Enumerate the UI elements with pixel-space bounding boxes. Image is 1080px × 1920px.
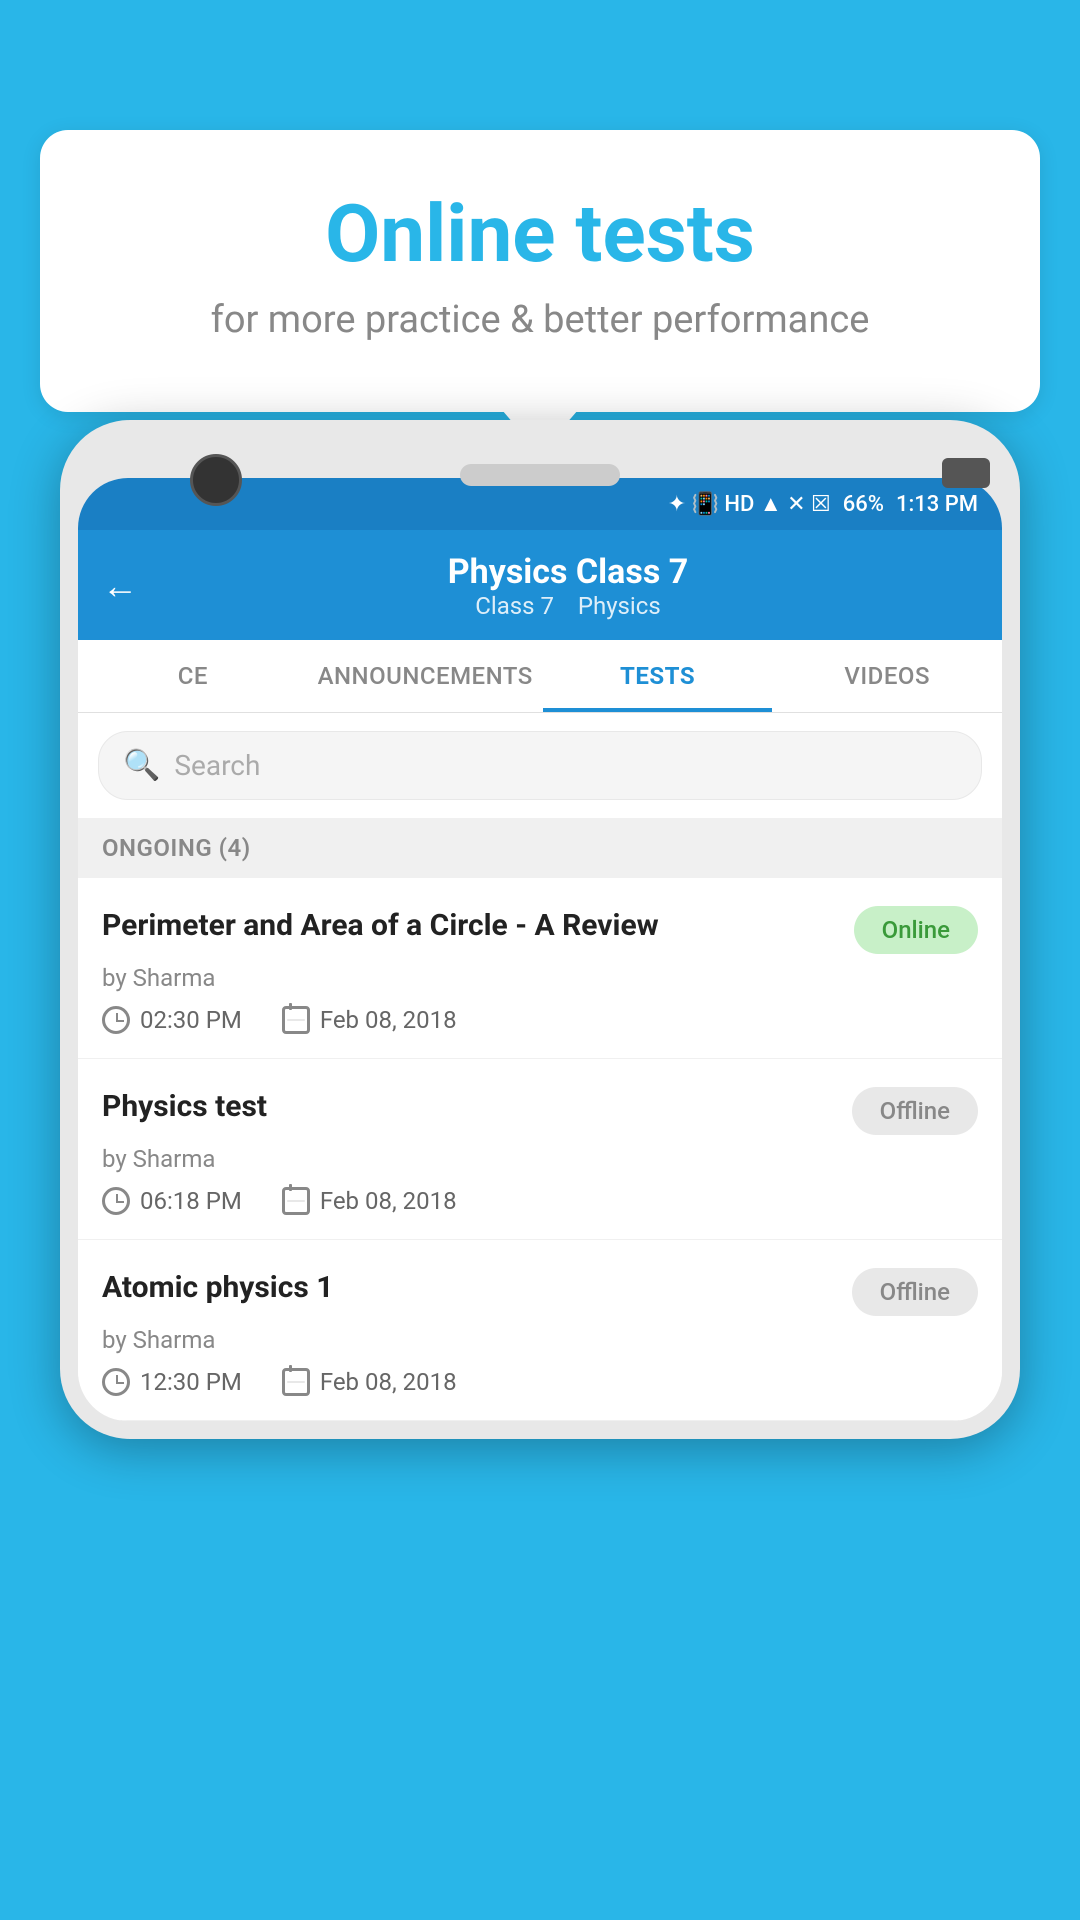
calendar-icon xyxy=(282,1006,310,1034)
test-meta: 12:30 PM Feb 08, 2018 xyxy=(102,1368,978,1396)
status-badge: Offline xyxy=(852,1087,978,1135)
header-title-group: Physics Class 7 Class 7 Physics xyxy=(158,552,978,620)
test-meta: 02:30 PM Feb 08, 2018 xyxy=(102,1006,978,1034)
test-item[interactable]: Atomic physics 1 Offline by Sharma 12:30… xyxy=(78,1240,1002,1421)
status-badge: Online xyxy=(854,906,978,954)
search-placeholder: Search xyxy=(174,749,260,782)
calendar-icon xyxy=(282,1368,310,1396)
test-date: Feb 08, 2018 xyxy=(282,1187,457,1215)
clock-icon xyxy=(102,1187,130,1215)
test-name: Perimeter and Area of a Circle - A Revie… xyxy=(102,906,838,945)
search-bar[interactable]: 🔍 Search xyxy=(98,731,982,800)
clock-icon xyxy=(102,1006,130,1034)
test-time: 12:30 PM xyxy=(102,1368,242,1396)
section-title: ONGOING (4) xyxy=(102,834,251,862)
tab-videos[interactable]: VIDEOS xyxy=(772,640,1002,712)
app-header: ← Physics Class 7 Class 7 Physics xyxy=(78,530,1002,640)
status-time: 1:13 PM xyxy=(896,492,978,517)
phone-home-button xyxy=(942,458,990,488)
calendar-icon xyxy=(282,1187,310,1215)
page-subtitle: Class 7 Physics xyxy=(158,592,978,620)
phone-screen: ✦ 📳 HD ▲ ✕ ☒ 66% 1:13 PM ← Physics Class… xyxy=(78,478,1002,1421)
test-author: by Sharma xyxy=(102,1326,978,1354)
promo-title: Online tests xyxy=(100,190,980,278)
test-author: by Sharma xyxy=(102,1145,978,1173)
test-time: 02:30 PM xyxy=(102,1006,242,1034)
test-meta: 06:18 PM Feb 08, 2018 xyxy=(102,1187,978,1215)
test-date: Feb 08, 2018 xyxy=(282,1006,457,1034)
tab-ce[interactable]: CE xyxy=(78,640,308,712)
section-header-ongoing: ONGOING (4) xyxy=(78,818,1002,878)
tab-tests[interactable]: TESTS xyxy=(543,640,773,712)
promo-card: Online tests for more practice & better … xyxy=(40,130,1040,412)
tab-bar: CE ANNOUNCEMENTS TESTS VIDEOS xyxy=(78,640,1002,713)
status-icons-text: ✦ 📳 HD ▲ ✕ ☒ xyxy=(668,491,831,517)
phone-mockup: ✦ 📳 HD ▲ ✕ ☒ 66% 1:13 PM ← Physics Class… xyxy=(60,420,1020,1920)
clock-icon xyxy=(102,1368,130,1396)
test-author: by Sharma xyxy=(102,964,978,992)
page-title: Physics Class 7 xyxy=(158,552,978,592)
phone-speaker xyxy=(460,464,620,486)
test-name: Atomic physics 1 xyxy=(102,1268,836,1307)
back-button[interactable]: ← xyxy=(102,565,138,607)
status-badge: Offline xyxy=(852,1268,978,1316)
test-time: 06:18 PM xyxy=(102,1187,242,1215)
phone-camera xyxy=(190,454,242,506)
tab-announcements[interactable]: ANNOUNCEMENTS xyxy=(308,640,543,712)
test-date: Feb 08, 2018 xyxy=(282,1368,457,1396)
test-item[interactable]: Physics test Offline by Sharma 06:18 PM … xyxy=(78,1059,1002,1240)
test-item[interactable]: Perimeter and Area of a Circle - A Revie… xyxy=(78,878,1002,1059)
search-icon: 🔍 xyxy=(123,748,160,783)
test-name: Physics test xyxy=(102,1087,836,1126)
promo-subtitle: for more practice & better performance xyxy=(100,298,980,342)
search-container: 🔍 Search xyxy=(78,713,1002,818)
battery-level: 66% xyxy=(843,492,884,517)
